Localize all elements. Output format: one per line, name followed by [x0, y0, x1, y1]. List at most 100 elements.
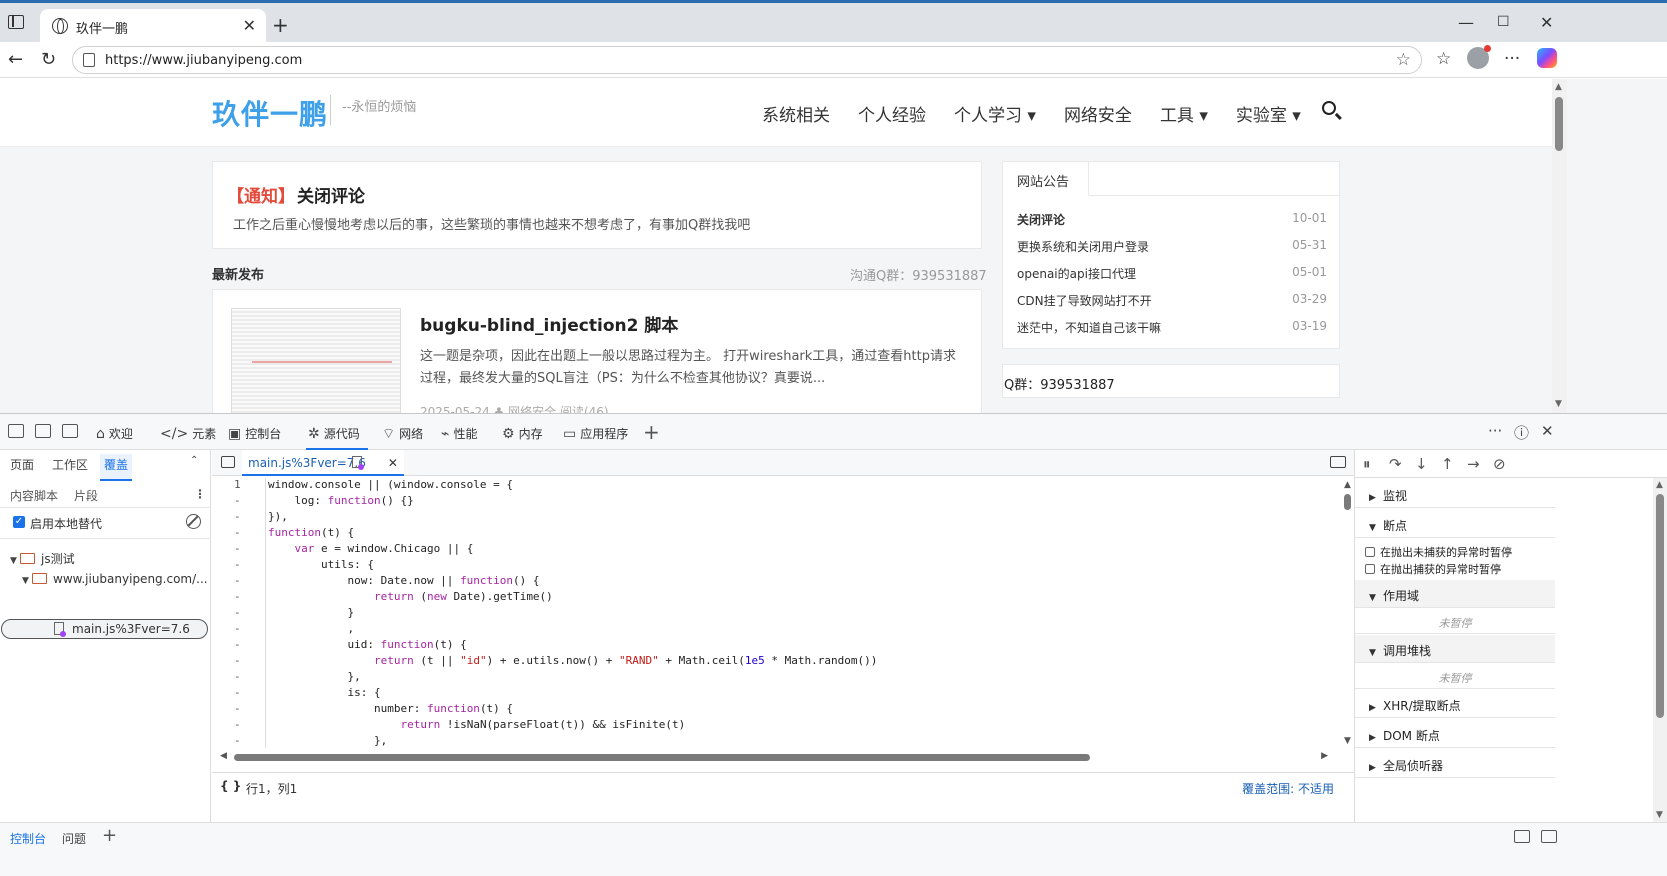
scroll-down-icon[interactable]: ▼	[1656, 810, 1663, 820]
pause-uncaught-option[interactable]: 在抛出未捕获的异常时暂停	[1365, 544, 1512, 560]
tab-sources[interactable]: ✲ 源代码	[306, 414, 368, 450]
tree-folder[interactable]: ▼ www.jiubanyipeng.com/...	[22, 572, 208, 586]
clear-overrides-icon[interactable]	[186, 514, 201, 529]
scroll-left-icon[interactable]: ◀	[220, 751, 227, 761]
editor-file-tab[interactable]: main.js%3Fver=7.6 ✕	[242, 450, 404, 476]
scroll-up-icon[interactable]: ▲	[1656, 480, 1663, 490]
more-tools-button[interactable]: +	[643, 420, 660, 444]
new-tab-button[interactable]: +	[272, 13, 289, 37]
section-breakpoints[interactable]: ▼ 断点	[1355, 510, 1555, 538]
toggle-debugger-icon[interactable]	[1330, 456, 1346, 468]
section-call-stack[interactable]: ▼ 调用堆栈	[1355, 635, 1555, 663]
step-over-icon[interactable]: ↷	[1389, 455, 1402, 473]
pretty-print-button[interactable]: { }	[220, 779, 241, 793]
post-card[interactable]: bugku-blind_injection2 脚本 这一题是杂项，因此在出题上一…	[212, 289, 982, 413]
maximize-icon[interactable]: ☐	[1497, 14, 1510, 30]
tab-content-scripts[interactable]: 内容脚本	[10, 487, 58, 504]
scrollbar-thumb[interactable]	[1555, 97, 1563, 151]
post-title[interactable]: bugku-blind_injection2 脚本	[420, 311, 678, 336]
toggle-navigator-icon[interactable]	[221, 456, 235, 468]
scrollbar-thumb[interactable]	[234, 754, 1090, 761]
pause-caught-checkbox[interactable]	[1365, 564, 1375, 574]
scroll-down-icon[interactable]: ▼	[1555, 399, 1562, 409]
section-xhr-breakpoints[interactable]: ▶ XHR/提取断点	[1355, 690, 1555, 718]
dock-icon[interactable]	[62, 424, 78, 438]
nav-item-tools[interactable]: 工具 ▾	[1160, 101, 1208, 126]
scroll-up-icon[interactable]: ▲	[1555, 82, 1562, 92]
announcement-item[interactable]: openai的api接口代理 05-01	[1017, 265, 1327, 282]
page-scrollbar[interactable]: ▲ ▼	[1552, 79, 1567, 413]
announcement-item[interactable]: CDN挂了导致网站打不开 03-29	[1017, 292, 1327, 309]
step-icon[interactable]: →	[1467, 455, 1480, 473]
nav-item-lab[interactable]: 实验室 ▾	[1236, 101, 1301, 126]
close-drawer-icon[interactable]	[1541, 830, 1557, 843]
scroll-up-icon[interactable]: ▲	[1344, 480, 1351, 490]
tab-snippets[interactable]: 片段	[74, 487, 98, 504]
drawer-tab-console[interactable]: 控制台	[10, 830, 47, 854]
announcement-item[interactable]: 更换系统和关闭用户登录 05-31	[1017, 238, 1327, 255]
minimize-icon[interactable]: —	[1458, 13, 1474, 32]
tab-overrides[interactable]: 覆盖	[100, 454, 133, 481]
close-devtools-icon[interactable]: ✕	[1541, 422, 1554, 440]
copilot-icon[interactable]	[1537, 48, 1557, 68]
tab-console[interactable]: ▣ 控制台	[228, 414, 281, 450]
inspect-icon[interactable]	[8, 424, 24, 438]
tab-performance[interactable]: ⌁ 性能	[441, 414, 477, 450]
more-options-icon[interactable]: ···	[1488, 422, 1502, 440]
profile-avatar[interactable]	[1467, 45, 1491, 69]
close-tab-icon[interactable]: ✕	[243, 16, 256, 35]
debugger-scrollbar[interactable]: ▲ ▼	[1653, 478, 1667, 822]
section-watch[interactable]: ▶ 监视	[1355, 480, 1555, 508]
pause-uncaught-checkbox[interactable]	[1365, 547, 1375, 557]
step-out-icon[interactable]: ↑	[1441, 455, 1454, 473]
site-logo[interactable]: 玖伴一鹏	[212, 93, 328, 133]
editor-vertical-scrollbar[interactable]: ▲ ▼	[1342, 478, 1354, 748]
code-area[interactable]: 1 window.console || (window.console = { -…	[212, 478, 1342, 748]
notice-title[interactable]: 关闭评论	[297, 182, 365, 207]
tab-page[interactable]: 页面	[10, 456, 34, 473]
url-field[interactable]: https://www.jiubanyipeng.com ☆	[72, 46, 1422, 74]
nav-item-experience[interactable]: 个人经验	[858, 101, 926, 126]
editor-horizontal-scrollbar[interactable]: ◀ ▶	[220, 751, 1328, 762]
tab-memory[interactable]: ⚙ 内存	[502, 414, 543, 450]
tree-folder[interactable]: ▼ js测试	[10, 550, 75, 567]
nav-item-security[interactable]: 网络安全	[1064, 101, 1132, 126]
more-menu-icon[interactable]: ···	[1504, 49, 1520, 69]
tab-network[interactable]: ⌔ 网络	[382, 414, 423, 450]
close-window-icon[interactable]: ✕	[1540, 13, 1553, 32]
deactivate-breakpoints-icon[interactable]: ⊘	[1493, 455, 1506, 473]
section-scope[interactable]: ▼ 作用域	[1355, 580, 1555, 608]
scroll-right-icon[interactable]: ▶	[1321, 751, 1328, 761]
device-toolbar-icon[interactable]	[35, 424, 51, 438]
scrollbar-thumb[interactable]	[1344, 494, 1351, 510]
announcement-item[interactable]: 关闭评论 10-01	[1017, 211, 1327, 228]
refresh-icon[interactable]: ↻	[41, 49, 56, 70]
close-file-icon[interactable]: ✕	[388, 456, 398, 470]
pause-caught-option[interactable]: 在抛出捕获的异常时暂停	[1365, 561, 1501, 577]
drawer-add-tab-button[interactable]: +	[102, 825, 117, 846]
drawer-tab-issues[interactable]: 问题	[62, 830, 86, 847]
scrollbar-thumb[interactable]	[1656, 494, 1664, 718]
tab-application[interactable]: ▭ 应用程序	[563, 414, 628, 450]
tree-file[interactable]: main.js%3Fver=7.6	[54, 622, 190, 637]
scroll-down-icon[interactable]: ▼	[1344, 736, 1351, 746]
browser-tab[interactable]: 玖伴一鹏 ✕	[40, 9, 266, 45]
step-into-icon[interactable]: ↓	[1415, 455, 1428, 473]
favorite-star-icon[interactable]: ☆	[1396, 50, 1411, 70]
section-dom-breakpoints[interactable]: ▶ DOM 断点	[1355, 720, 1555, 748]
vertical-tabs-icon[interactable]	[8, 15, 24, 29]
tab-elements[interactable]: </> 元素	[160, 414, 216, 450]
site-info-icon[interactable]	[83, 53, 95, 67]
tab-workspace[interactable]: 工作区	[52, 456, 88, 473]
tab-welcome[interactable]: ⌂ 欢迎	[96, 414, 133, 450]
section-global-listeners[interactable]: ▶ 全局侦听器	[1355, 750, 1555, 778]
help-icon[interactable]: ⓘ	[1514, 422, 1529, 443]
dock-drawer-icon[interactable]	[1514, 830, 1530, 843]
back-icon[interactable]: ←	[8, 49, 23, 70]
post-thumbnail[interactable]	[231, 308, 401, 413]
more-vert-icon[interactable]: ⋮	[194, 487, 206, 501]
search-icon[interactable]	[1322, 101, 1336, 115]
announcement-item[interactable]: 迷茫中，不知道自己该干嘛 03-19	[1017, 319, 1327, 336]
coverage-link[interactable]: 覆盖范围: 不适用	[1242, 780, 1334, 797]
favorites-icon[interactable]: ☆	[1436, 49, 1451, 69]
